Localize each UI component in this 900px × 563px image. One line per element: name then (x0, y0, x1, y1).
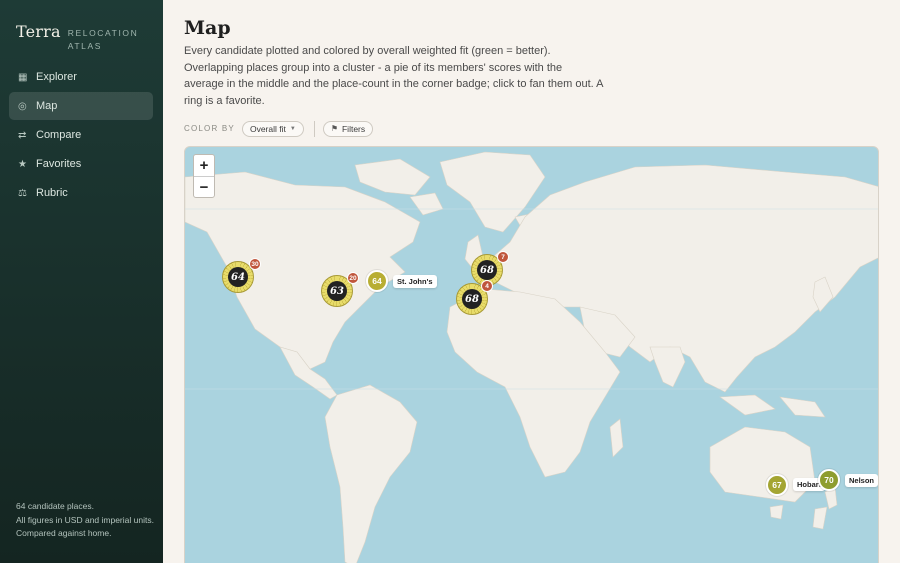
filters-button[interactable]: ⚑ Filters (322, 120, 374, 137)
map-controls: COLOR BY Overall fit ▼ ⚑ Filters (184, 120, 374, 137)
page-description: Every candidate plotted and colored by o… (184, 45, 603, 107)
filters-label: Filters (341, 123, 366, 134)
sidebar-item-rubric[interactable]: ⚖ Rubric (9, 179, 153, 207)
footer-units-note: All figures in USD and imperial units. (16, 514, 154, 525)
footer-candidate-count: 64 candidate places. (16, 501, 94, 511)
sidebar-item-label: Compare (36, 129, 82, 141)
divider (313, 120, 315, 137)
place-score: 64 (372, 276, 382, 286)
zoom-in-button[interactable]: + (194, 155, 214, 176)
sidebar-item-label: Explorer (36, 71, 77, 83)
map-basemap (185, 151, 878, 563)
flag-icon: ⚑ (330, 124, 338, 133)
sidebar-item-label: Rubric (36, 187, 68, 199)
brand-subtitle-line-1: RELOCATION (67, 28, 139, 38)
swap-icon: ⇄ (18, 129, 27, 141)
brand-subtitle: RELOCATION ATLAS (68, 27, 139, 53)
sidebar-item-explorer[interactable]: ▦ Explorer (9, 63, 153, 91)
zoom-out-button[interactable]: − (194, 176, 214, 197)
cluster-average: 64 (228, 267, 248, 287)
grid-icon: ▦ (18, 71, 28, 83)
color-by-select[interactable]: Overall fit ▼ (241, 120, 304, 137)
brand-subtitle-line-2: ATLAS (67, 41, 103, 51)
place-label-st-johns: St. John's (393, 275, 437, 288)
cluster-count-badge: 4 (481, 280, 493, 292)
cluster-count-badge: 20 (347, 272, 359, 284)
page-title: Map (184, 17, 231, 39)
place-marker-st-johns[interactable]: 64 (366, 270, 388, 292)
star-icon: ★ (18, 158, 27, 170)
place-marker-hobart[interactable]: 67 (766, 474, 788, 496)
place-marker-nelson[interactable]: 70 (818, 469, 840, 491)
chevron-down-icon: ▼ (289, 125, 296, 132)
place-score: 67 (772, 480, 782, 490)
sidebar-item-compare[interactable]: ⇄ Compare (9, 121, 153, 149)
sidebar-nav: ▦ Explorer ◎ Map ⇄ Compare ★ Favorites ⚖… (9, 63, 153, 208)
brand-logo[interactable]: Terra RELOCATION ATLAS (16, 22, 138, 53)
cluster-marker-us-east[interactable]: 63 20 (321, 272, 359, 307)
cluster-count-badge: 7 (497, 251, 509, 263)
sidebar-item-map[interactable]: ◎ Map (9, 92, 153, 120)
sidebar-footer: 64 candidate places. All figures in USD … (16, 500, 156, 541)
sidebar-item-favorites[interactable]: ★ Favorites (9, 150, 153, 178)
cluster-average: 68 (462, 289, 482, 309)
brand-name: Terra (16, 22, 61, 41)
zoom-controls: + − (193, 154, 215, 198)
cluster-average: 63 (327, 281, 347, 301)
place-score: 70 (824, 475, 834, 485)
main-content: Map Every candidate plotted and colored … (163, 0, 900, 563)
cluster-marker-us-west[interactable]: 64 30 (222, 258, 261, 293)
sidebar: Terra RELOCATION ATLAS ▦ Explorer ◎ Map … (0, 0, 163, 563)
color-by-label: COLOR BY (184, 124, 235, 133)
sidebar-item-label: Favorites (36, 158, 82, 170)
footer-home-note: Compared against home. (16, 528, 112, 538)
color-by-value: Overall fit (249, 123, 286, 134)
sidebar-item-label: Map (36, 100, 58, 112)
place-label-nelson: Nelson (845, 474, 878, 487)
world-map[interactable]: + − 64 30 63 20 68 7 68 4 64 St. John's (184, 146, 879, 563)
scale-icon: ⚖ (18, 187, 27, 199)
target-icon: ◎ (18, 100, 27, 112)
cluster-average: 68 (477, 260, 497, 280)
cluster-marker-south-europe[interactable]: 68 4 (456, 280, 493, 315)
cluster-count-badge: 30 (249, 258, 261, 270)
